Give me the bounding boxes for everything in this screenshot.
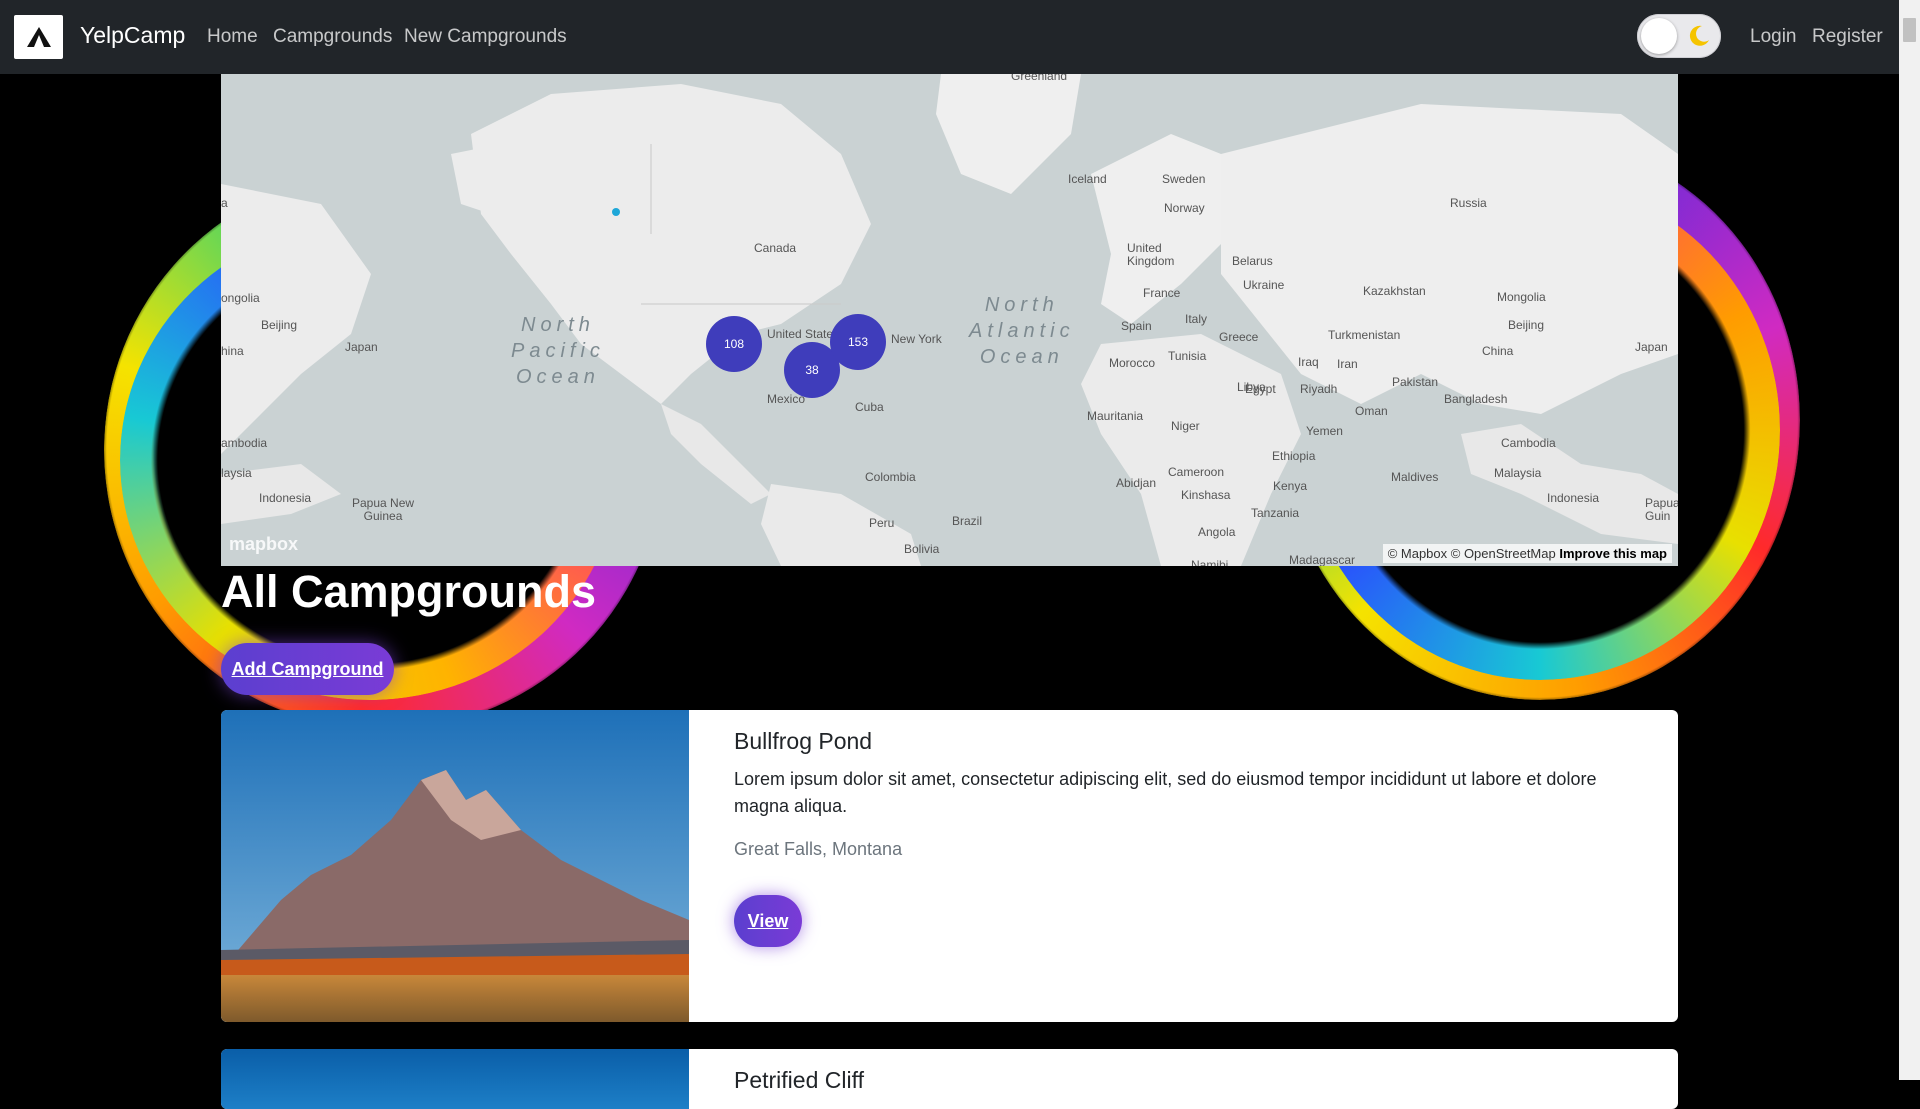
map-label: Colombia	[865, 470, 916, 484]
ocean-label: North Atlantic Ocean	[969, 294, 1075, 368]
campground-title: Petrified Cliff	[734, 1067, 864, 1093]
map-label: Kenya	[1273, 479, 1308, 493]
map-label: Iraq	[1298, 355, 1319, 369]
map-label: Egypt	[1245, 382, 1276, 396]
map-label: Bolivia	[904, 542, 940, 556]
map-label: Cuba	[855, 400, 884, 414]
map-landmass	[221, 74, 1678, 566]
map-label: Beijing	[261, 318, 298, 332]
map-label: Spain	[1121, 319, 1152, 333]
map-label: Morocco	[1109, 356, 1156, 370]
map-attribution: © Mapbox © OpenStreetMap Improve this ma…	[1382, 544, 1672, 563]
register-link[interactable]: Register	[1812, 26, 1883, 48]
map-label: Malaysia	[1494, 466, 1542, 480]
map-label: Angola	[1198, 525, 1236, 539]
theme-toggle[interactable]	[1637, 14, 1721, 58]
map-marker[interactable]	[612, 208, 620, 216]
map-label: Peru	[869, 516, 895, 530]
attribution-text[interactable]: © Mapbox © OpenStreetMap	[1388, 546, 1556, 561]
map-label: Italy	[1185, 312, 1208, 326]
toggle-knob	[1641, 18, 1677, 54]
map-label: Cambodia	[1501, 436, 1556, 450]
map-label: Mongolia	[1497, 290, 1546, 304]
map-label: Iran	[1337, 357, 1358, 371]
map-label: laysia	[221, 466, 252, 480]
map-label: Iceland	[1068, 172, 1107, 186]
map-label: United State	[767, 327, 834, 341]
tent-icon[interactable]	[14, 15, 63, 59]
scrollbar[interactable]	[1899, 0, 1920, 1080]
ocean-label: North Pacific Ocean	[511, 314, 605, 388]
map-label: Yemen	[1306, 424, 1343, 438]
nav-new-campgrounds-link[interactable]: New Campgrounds	[404, 26, 567, 48]
moon-icon	[1689, 25, 1709, 46]
map-label: Kinshasa	[1181, 488, 1231, 502]
nav-home-link[interactable]: Home	[207, 26, 258, 48]
login-link[interactable]: Login	[1750, 26, 1797, 48]
map-label: Tunisia	[1168, 349, 1207, 363]
map-label: Greenland	[1011, 74, 1068, 83]
map-label: New York	[891, 332, 942, 346]
map-label: Turkmenistan	[1328, 328, 1401, 342]
map-label: Canada	[754, 241, 797, 255]
map-label: Abidjan	[1116, 476, 1157, 490]
campground-image	[221, 710, 689, 1022]
map-label: Brazil	[952, 514, 983, 528]
map-label: Mauritania	[1087, 409, 1144, 423]
brand-link[interactable]: YelpCamp	[80, 22, 185, 49]
map-label: Cameroon	[1168, 465, 1225, 479]
map-label: Pakistan	[1392, 375, 1439, 389]
page-title: All Campgrounds	[221, 566, 597, 617]
campground-card: Bullfrog Pond Lorem ipsum dolor sit amet…	[221, 710, 1678, 1022]
map-label: Norway	[1164, 201, 1205, 215]
navbar: YelpCamp Home Campgrounds New Campground…	[0, 0, 1899, 74]
map-label: Ethiopia	[1272, 449, 1316, 463]
map-label: ongolia	[221, 291, 260, 305]
map-label: ambodia	[221, 436, 268, 450]
cluster-marker[interactable]: 153	[830, 314, 886, 370]
map-label: Namibi	[1191, 558, 1229, 566]
cluster-marker[interactable]: 108	[706, 316, 762, 372]
map[interactable]: Greenland Iceland Sweden Norway Russia C…	[221, 74, 1678, 566]
map-label: Indonesia	[259, 491, 312, 505]
improve-map-link[interactable]: Improve this map	[1559, 546, 1667, 561]
campground-card: Petrified Cliff	[221, 1049, 1678, 1109]
campground-location: Great Falls, Montana	[734, 839, 903, 859]
map-label: Japan	[1635, 340, 1668, 354]
map-label: Madagascar	[1289, 553, 1356, 566]
campground-image	[221, 1049, 689, 1109]
mapbox-logo[interactable]: mapbox	[229, 534, 298, 555]
nav-campgrounds-link[interactable]: Campgrounds	[273, 26, 392, 48]
map-label: Russia	[1450, 196, 1487, 210]
add-campground-button[interactable]: Add Campground	[221, 643, 394, 695]
map-label: Niger	[1171, 419, 1200, 433]
map-label: United Kingdom	[1127, 241, 1175, 268]
map-label: Kazakhstan	[1363, 284, 1426, 298]
map-label: Sweden	[1162, 172, 1206, 186]
map-label: France	[1143, 286, 1181, 300]
map-label: a	[221, 196, 228, 210]
map-label: hina	[221, 344, 244, 358]
map-label: Oman	[1355, 404, 1388, 418]
view-button[interactable]: View	[734, 895, 802, 947]
map-label: Riyadh	[1300, 382, 1338, 396]
map-label: China	[1482, 344, 1514, 358]
scrollbar-thumb[interactable]	[1903, 18, 1916, 42]
map-label: Ukraine	[1243, 278, 1285, 292]
map-label: Japan	[345, 340, 378, 354]
map-label: Papua New Guinea	[352, 496, 415, 523]
map-label: Bangladesh	[1444, 392, 1508, 406]
map-label: Beijing	[1508, 318, 1545, 332]
map-label: Indonesia	[1547, 491, 1600, 505]
map-label: Tanzania	[1251, 506, 1300, 520]
map-label: Greece	[1219, 330, 1259, 344]
map-label: Belarus	[1232, 254, 1273, 268]
map-label: Papua Guin	[1645, 496, 1678, 523]
campground-description: Lorem ipsum dolor sit amet, consectetur …	[734, 769, 1597, 816]
map-label: Maldives	[1391, 470, 1439, 484]
campground-title: Bullfrog Pond	[734, 728, 873, 754]
